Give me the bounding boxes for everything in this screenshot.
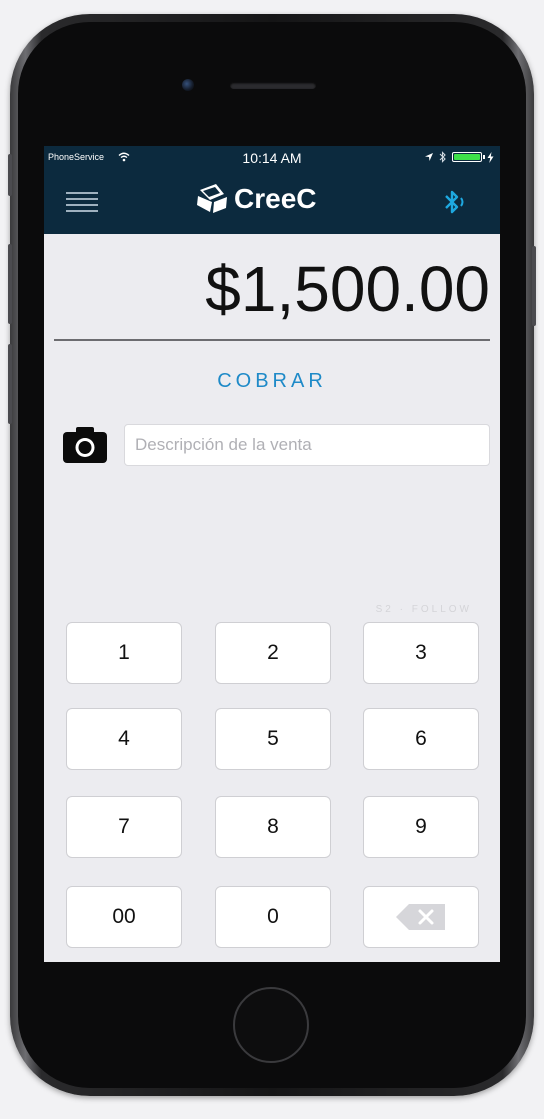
location-arrow-icon (425, 153, 433, 161)
key-2[interactable]: 2 (215, 622, 331, 684)
volume-down-button (8, 344, 12, 424)
menu-line (66, 198, 98, 200)
charging-bolt-icon (487, 151, 494, 163)
charge-button[interactable]: COBRAR (44, 370, 500, 393)
brand-name: CreeC (234, 183, 317, 214)
menu-line (66, 210, 98, 212)
status-bar: PhoneService 10:14 AM (44, 146, 500, 170)
hamburger-menu-icon[interactable] (66, 192, 98, 212)
key-9[interactable]: 9 (363, 796, 479, 858)
amount-display: $1,500.00 (205, 253, 490, 325)
front-camera (182, 79, 194, 91)
menu-line (66, 192, 98, 194)
app-brand: CreeC (194, 182, 316, 216)
key-8[interactable]: 8 (215, 796, 331, 858)
key-1[interactable]: 1 (66, 622, 182, 684)
battery-icon (452, 152, 485, 162)
key-5[interactable]: 5 (215, 708, 331, 770)
key-0[interactable]: 0 (215, 886, 331, 948)
backspace-key[interactable] (363, 886, 479, 948)
status-indicators (424, 151, 494, 163)
key-00[interactable]: 00 (66, 886, 182, 948)
mute-switch (8, 154, 12, 196)
bluetooth-icon[interactable] (440, 187, 470, 217)
watermark-text: S2 · FOLLOW (375, 604, 472, 615)
volume-up-button (8, 244, 12, 324)
home-button[interactable] (233, 987, 309, 1063)
numeric-keypad: 1 2 3 4 5 6 7 8 9 00 0 (66, 622, 482, 948)
app-screen: PhoneService 10:14 AM CreeC $1,500.00 CO… (44, 146, 500, 962)
battery-tip (483, 155, 485, 159)
key-3[interactable]: 3 (363, 622, 479, 684)
status-bluetooth-icon (439, 151, 446, 163)
key-4[interactable]: 4 (66, 708, 182, 770)
sale-description-input[interactable] (124, 424, 490, 466)
creec-logo-icon (197, 184, 227, 213)
navigation-bar: CreeC (44, 170, 500, 234)
menu-line (66, 204, 98, 206)
amount-divider (54, 339, 490, 341)
camera-icon[interactable] (62, 426, 108, 464)
earpiece-speaker (230, 82, 316, 89)
battery-fill (454, 154, 480, 160)
key-7[interactable]: 7 (66, 796, 182, 858)
power-button (532, 246, 536, 326)
backspace-icon (396, 904, 445, 930)
key-6[interactable]: 6 (363, 708, 479, 770)
